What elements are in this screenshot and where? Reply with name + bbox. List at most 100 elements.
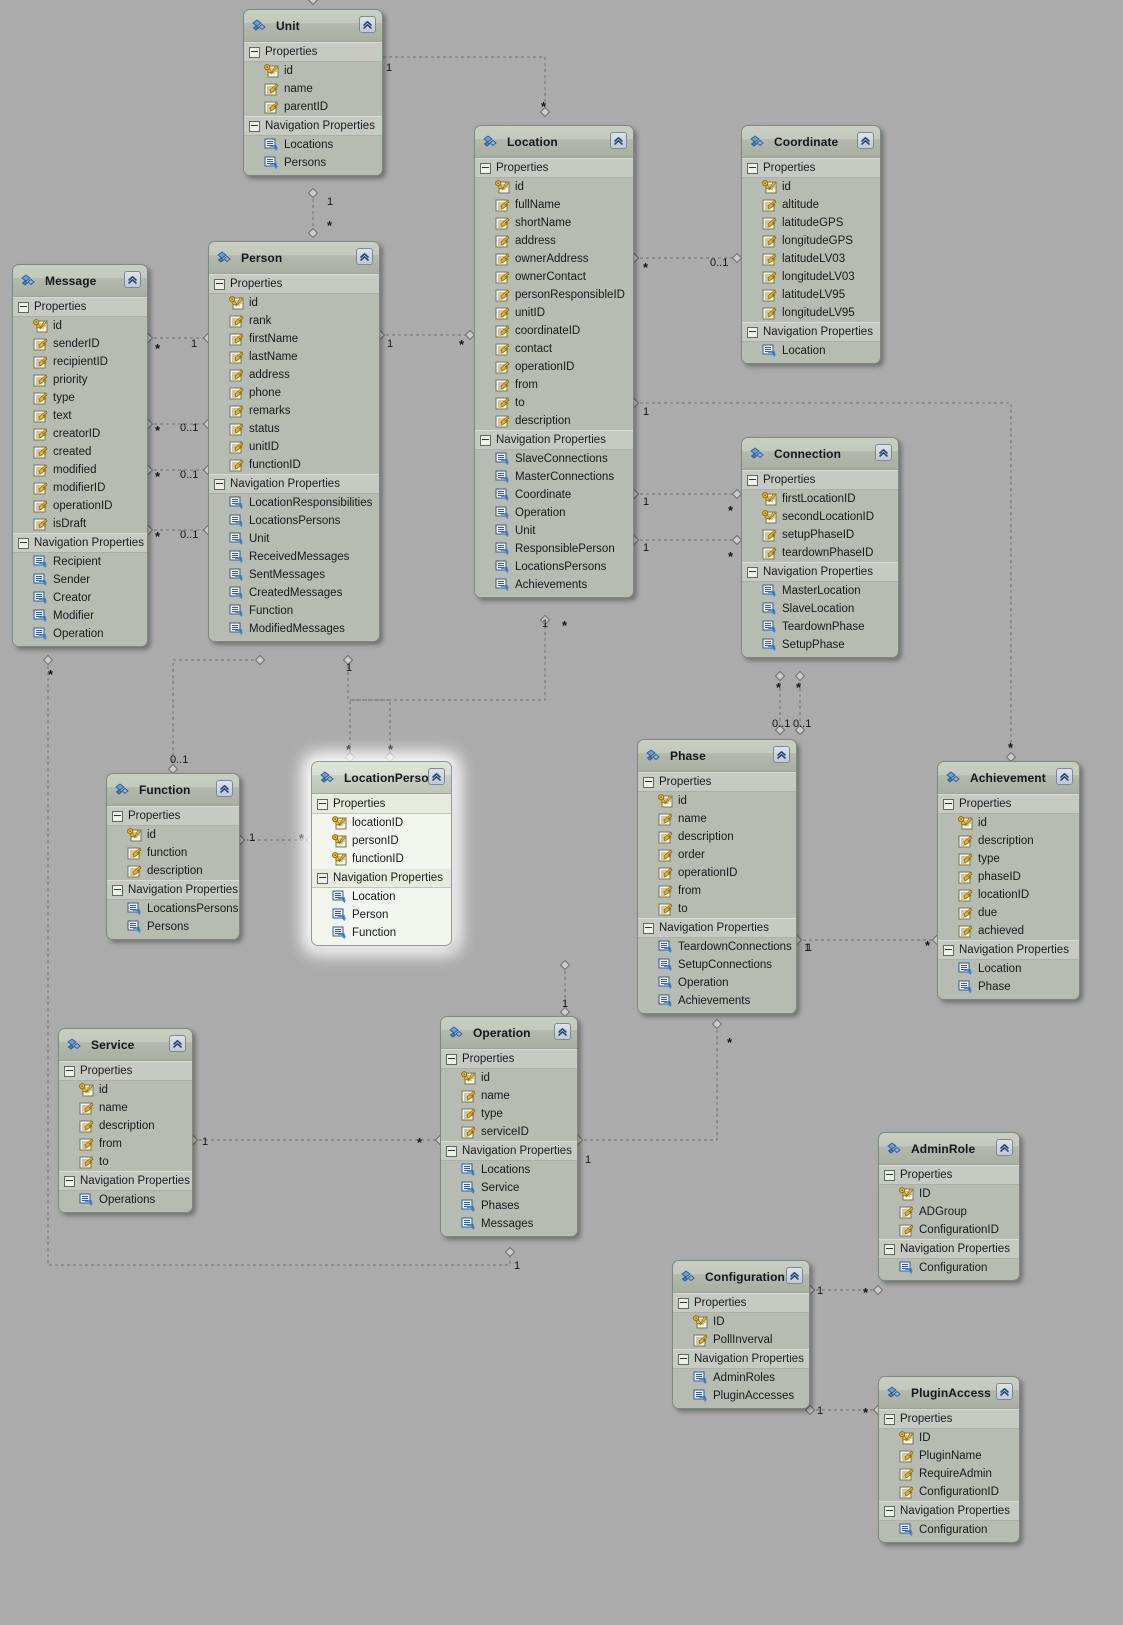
entity-box-message[interactable]: Message Properties id senderID recipient…: [12, 264, 148, 647]
collapse-chevron-icon[interactable]: [613, 135, 624, 146]
navigation-properties-section-header[interactable]: Navigation Properties: [59, 1171, 192, 1191]
association-line-phase-operation[interactable]: [578, 1024, 718, 1141]
navigation-property-row[interactable]: LocationResponsibilities: [209, 494, 379, 512]
property-row[interactable]: fullName: [475, 196, 633, 214]
entity-header[interactable]: Location: [475, 126, 633, 158]
property-row[interactable]: longitudeLV95: [742, 304, 880, 322]
expander-minus-icon[interactable]: [64, 1175, 75, 1187]
properties-section-header[interactable]: Properties: [441, 1049, 577, 1069]
navigation-property-row[interactable]: SentMessages: [209, 566, 379, 584]
property-row[interactable]: phone: [209, 384, 379, 402]
property-row[interactable]: type: [938, 850, 1079, 868]
property-row[interactable]: altitude: [742, 196, 880, 214]
expander-minus-icon[interactable]: [317, 872, 328, 884]
properties-section-header[interactable]: Properties: [107, 806, 239, 826]
collapse-button[interactable]: [356, 248, 373, 265]
entity-header[interactable]: Function: [107, 774, 239, 806]
property-row[interactable]: latitudeGPS: [742, 214, 880, 232]
property-row[interactable]: achieved: [938, 922, 1079, 940]
property-row[interactable]: type: [441, 1105, 577, 1123]
property-row[interactable]: unitID: [209, 438, 379, 456]
property-row[interactable]: contact: [475, 340, 633, 358]
property-row[interactable]: teardownPhaseID: [742, 544, 898, 562]
property-row[interactable]: locationID: [312, 814, 451, 832]
property-row[interactable]: shortName: [475, 214, 633, 232]
property-row[interactable]: description: [59, 1117, 192, 1135]
property-row[interactable]: recipientID: [13, 353, 147, 371]
properties-section-header[interactable]: Properties: [938, 794, 1079, 814]
navigation-properties-section-header[interactable]: Navigation Properties: [244, 116, 382, 136]
entity-box-operation[interactable]: Operation Properties id name type servic…: [440, 1016, 578, 1237]
property-row[interactable]: id: [638, 792, 796, 810]
navigation-property-row[interactable]: Locations: [441, 1161, 577, 1179]
expander-minus-icon[interactable]: [678, 1353, 689, 1365]
collapse-button[interactable]: [857, 132, 874, 149]
property-row[interactable]: id: [475, 178, 633, 196]
navigation-properties-section-header[interactable]: Navigation Properties: [938, 940, 1079, 960]
property-row[interactable]: to: [59, 1153, 192, 1171]
entity-box-function[interactable]: Function Properties id function descript…: [106, 773, 240, 940]
expander-minus-icon[interactable]: [317, 798, 328, 810]
navigation-properties-section-header[interactable]: Navigation Properties: [638, 918, 796, 938]
property-row[interactable]: due: [938, 904, 1079, 922]
property-row[interactable]: id: [742, 178, 880, 196]
property-row[interactable]: ADGroup: [879, 1203, 1019, 1221]
navigation-property-row[interactable]: SlaveConnections: [475, 450, 633, 468]
entity-header[interactable]: Phase: [638, 740, 796, 772]
property-row[interactable]: address: [475, 232, 633, 250]
property-row[interactable]: description: [638, 828, 796, 846]
navigation-property-row[interactable]: LocationsPersons: [475, 558, 633, 576]
expander-minus-icon[interactable]: [747, 566, 758, 578]
property-row[interactable]: coordinateID: [475, 322, 633, 340]
properties-section-header[interactable]: Properties: [13, 297, 147, 317]
property-row[interactable]: description: [107, 862, 239, 880]
entity-header[interactable]: Unit: [244, 10, 382, 42]
navigation-property-row[interactable]: Persons: [244, 154, 382, 172]
entity-header[interactable]: Configuration: [673, 1261, 809, 1293]
navigation-property-row[interactable]: Phase: [938, 978, 1079, 996]
property-row[interactable]: from: [638, 882, 796, 900]
collapse-chevron-icon[interactable]: [878, 447, 889, 458]
navigation-property-row[interactable]: Recipient: [13, 553, 147, 571]
navigation-properties-section-header[interactable]: Navigation Properties: [879, 1239, 1019, 1259]
expander-minus-icon[interactable]: [480, 434, 491, 446]
navigation-property-row[interactable]: AdminRoles: [673, 1369, 809, 1387]
navigation-property-row[interactable]: SlaveLocation: [742, 600, 898, 618]
property-row[interactable]: remarks: [209, 402, 379, 420]
properties-section-header[interactable]: Properties: [742, 158, 880, 178]
property-row[interactable]: function: [107, 844, 239, 862]
expander-minus-icon[interactable]: [446, 1053, 457, 1065]
property-row[interactable]: from: [59, 1135, 192, 1153]
navigation-property-row[interactable]: TeardownPhase: [742, 618, 898, 636]
property-row[interactable]: ConfigurationID: [879, 1221, 1019, 1239]
property-row[interactable]: ID: [673, 1313, 809, 1331]
collapse-chevron-icon[interactable]: [172, 1038, 183, 1049]
expander-minus-icon[interactable]: [249, 46, 260, 58]
properties-section-header[interactable]: Properties: [879, 1409, 1019, 1429]
navigation-property-row[interactable]: PluginAccesses: [673, 1387, 809, 1405]
property-row[interactable]: operationID: [475, 358, 633, 376]
property-row[interactable]: ownerAddress: [475, 250, 633, 268]
property-row[interactable]: id: [107, 826, 239, 844]
entity-box-locationperson[interactable]: LocationPerson Properties locationID per…: [311, 761, 452, 946]
property-row[interactable]: phaseID: [938, 868, 1079, 886]
expander-minus-icon[interactable]: [884, 1505, 895, 1517]
entity-header[interactable]: Message: [13, 265, 147, 297]
collapse-chevron-icon[interactable]: [776, 749, 787, 760]
property-row[interactable]: description: [475, 412, 633, 430]
collapse-button[interactable]: [428, 768, 445, 785]
navigation-property-row[interactable]: Coordinate: [475, 486, 633, 504]
property-row[interactable]: firstLocationID: [742, 490, 898, 508]
property-row[interactable]: PluginName: [879, 1447, 1019, 1465]
entity-model-designer-canvas[interactable]: 1 * 1 * * 1 * 0..1 * 0..1 * 0..1 1 * * 0..1 1 * 1 * 1 * 1 * * * 1 0…: [0, 0, 1123, 1625]
property-row[interactable]: priority: [13, 371, 147, 389]
expander-minus-icon[interactable]: [214, 478, 225, 490]
association-line-person-locationperson[interactable]: [347, 660, 391, 757]
navigation-property-row[interactable]: Unit: [209, 530, 379, 548]
expander-minus-icon[interactable]: [214, 278, 225, 290]
property-row[interactable]: rank: [209, 312, 379, 330]
navigation-properties-section-header[interactable]: Navigation Properties: [107, 880, 239, 900]
properties-section-header[interactable]: Properties: [244, 42, 382, 62]
property-row[interactable]: name: [244, 80, 382, 98]
property-row[interactable]: ownerContact: [475, 268, 633, 286]
